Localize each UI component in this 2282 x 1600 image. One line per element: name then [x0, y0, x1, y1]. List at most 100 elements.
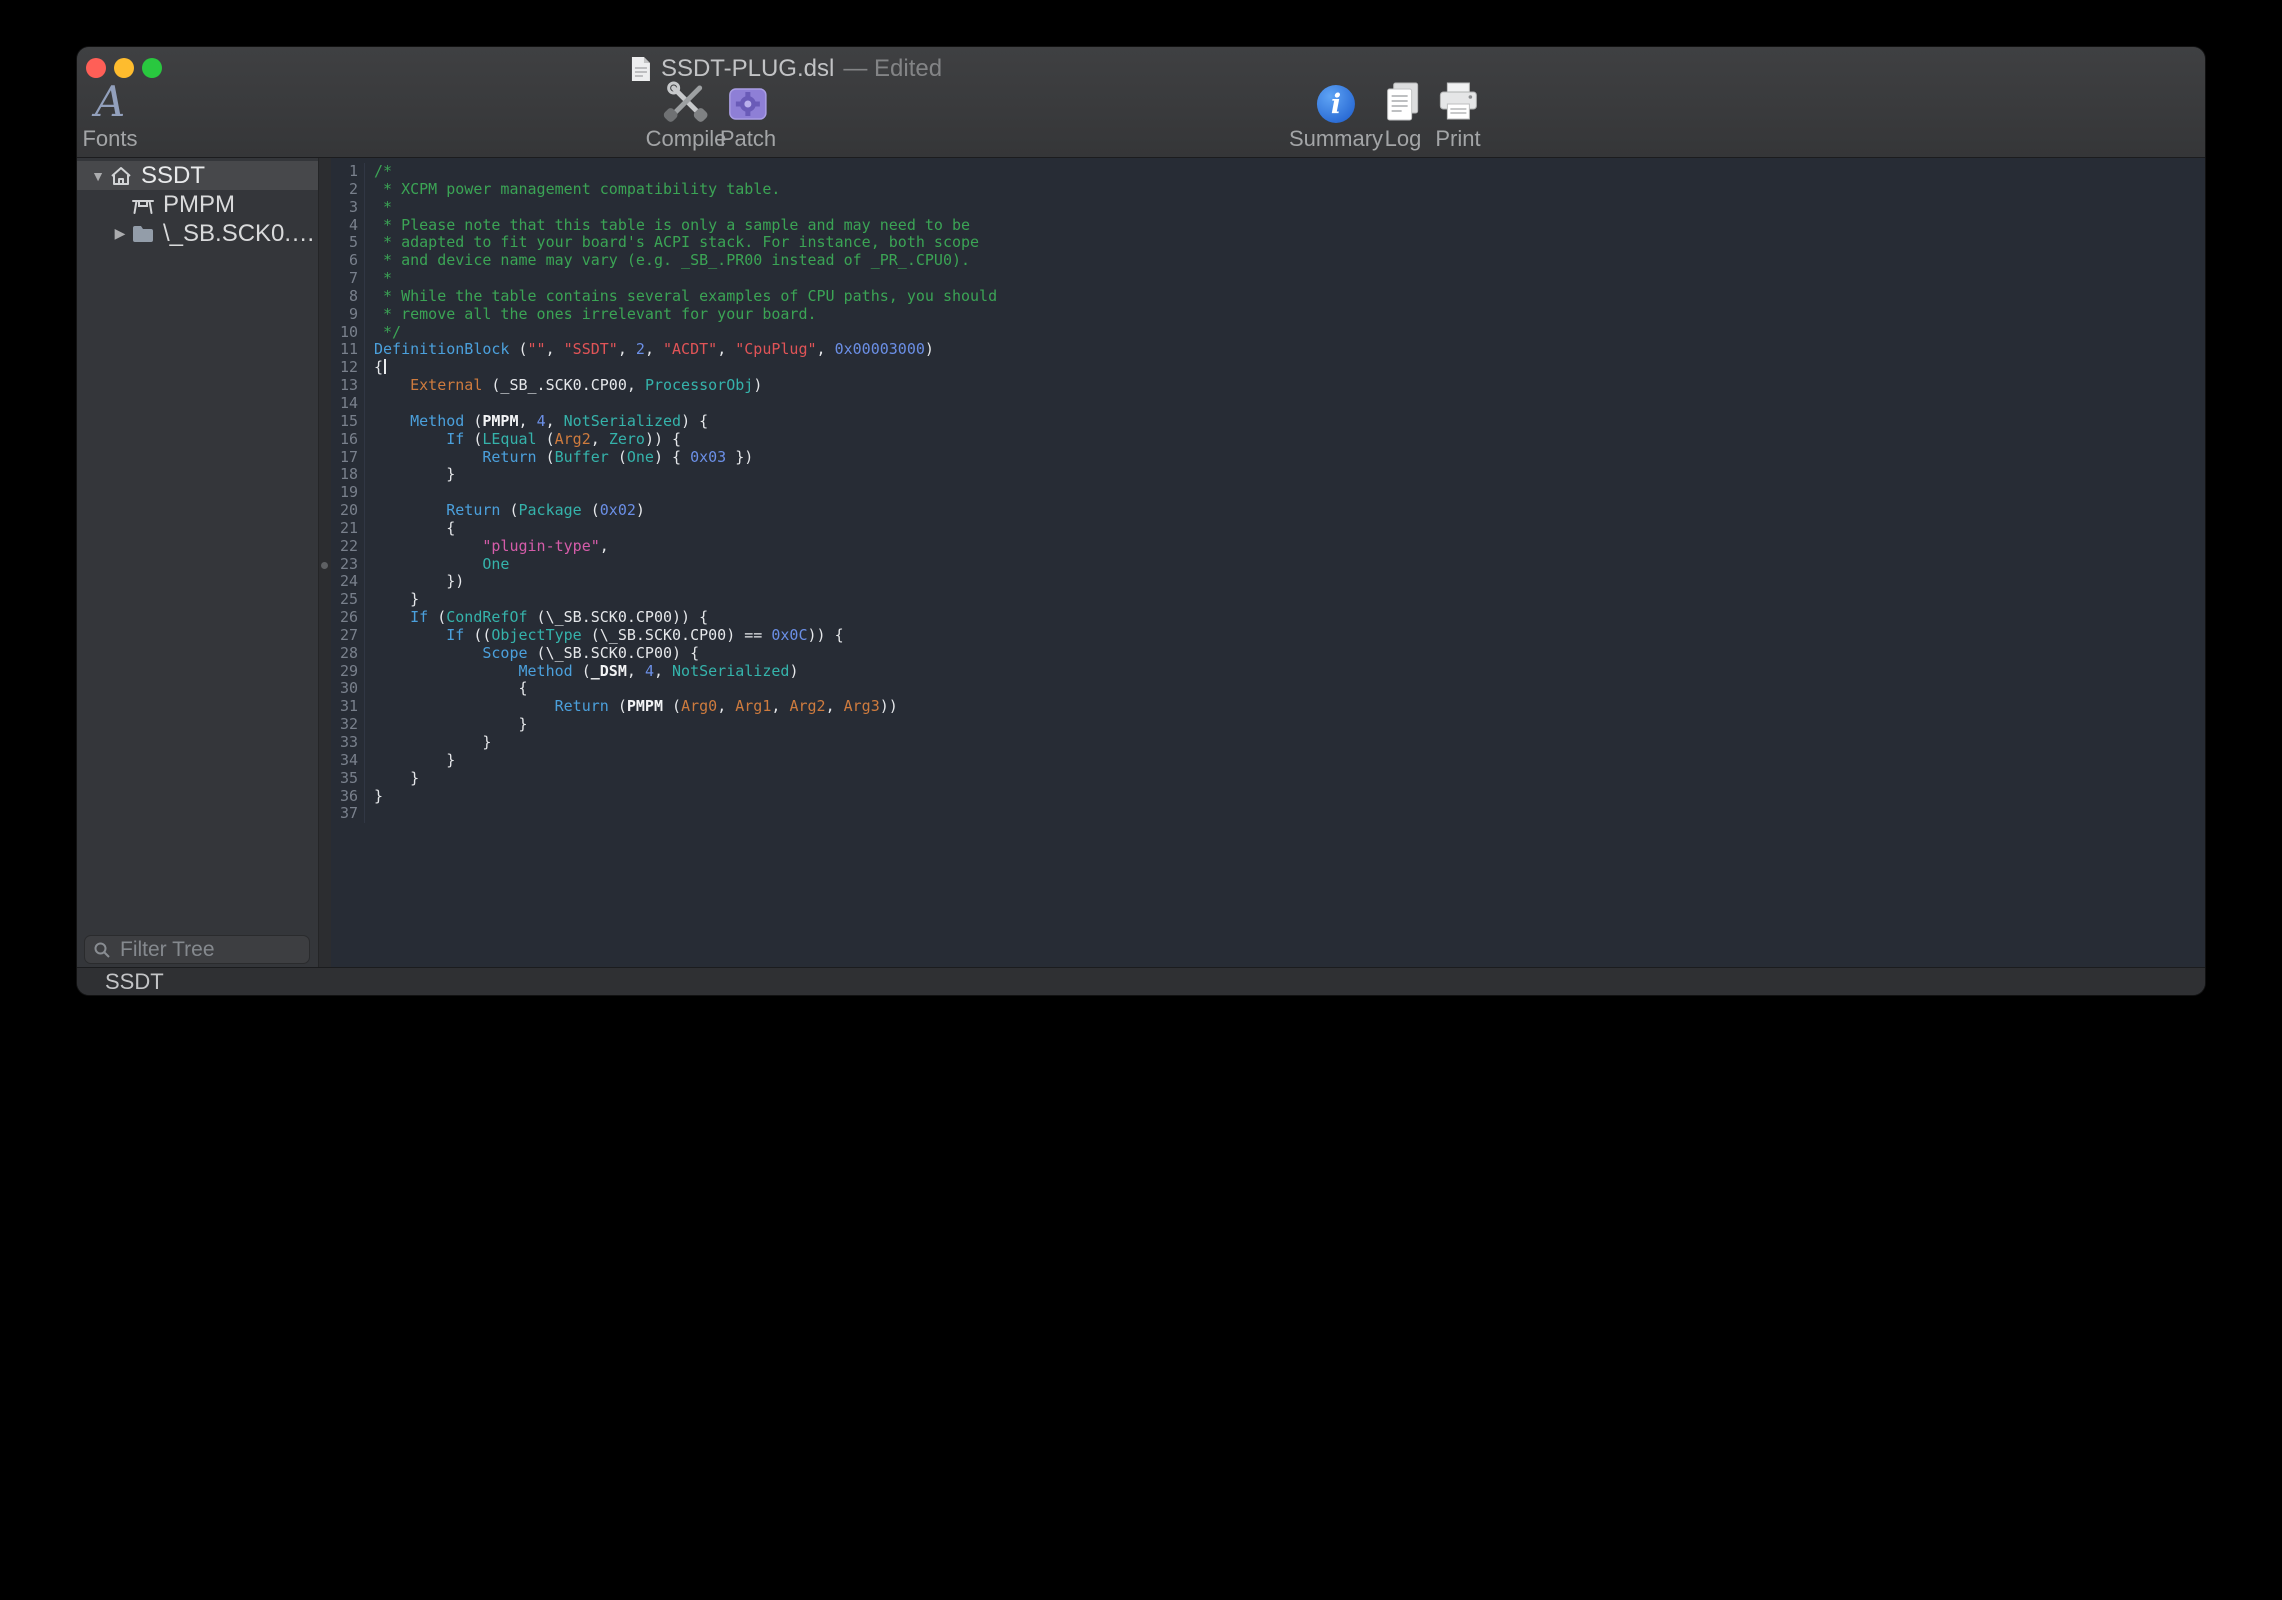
filter-tree-input[interactable] [118, 937, 301, 963]
sidebar-item-label: \_SB.SCK0.CP… [163, 220, 318, 248]
line-number: 27 [331, 627, 365, 645]
disclosure-right-icon[interactable]: ▶ [109, 225, 131, 242]
log-pages-icon [1385, 81, 1421, 123]
patch-button[interactable]: Patch [720, 81, 776, 152]
fonts-button[interactable]: A Fonts [82, 81, 137, 152]
code-line[interactable]: 32 } [331, 716, 2205, 734]
code-line[interactable]: 2 * XCPM power management compatibility … [331, 181, 2205, 199]
sidebar-item-sb-sck0[interactable]: ▶ \_SB.SCK0.CP… [77, 219, 318, 248]
line-number: 25 [331, 591, 365, 609]
code-line[interactable]: 8 * While the table contains several exa… [331, 288, 2205, 306]
desktop-background: { "window": { "title": "SSDT-PLUG.dsl", … [0, 0, 2282, 1600]
code-line[interactable]: 10 */ [331, 324, 2205, 342]
patch-gear-icon [728, 81, 768, 123]
line-number: 29 [331, 663, 365, 681]
code-line[interactable]: 22 "plugin-type", [331, 538, 2205, 556]
code-line[interactable]: 18 } [331, 466, 2205, 484]
search-icon [93, 941, 111, 959]
filter-tree-field[interactable] [84, 935, 310, 964]
close-button[interactable] [86, 58, 106, 78]
code-line[interactable]: 27 If ((ObjectType (\_SB.SCK0.CP00) == 0… [331, 627, 2205, 645]
log-label: Log [1385, 126, 1422, 152]
code-line[interactable]: 3 * [331, 199, 2205, 217]
line-number: 2 [331, 181, 365, 199]
code-line[interactable]: 19 [331, 484, 2205, 502]
line-number: 22 [331, 538, 365, 556]
code-line[interactable]: 36} [331, 788, 2205, 806]
code-line[interactable]: 13 External (_SB_.SCK0.CP00, ProcessorOb… [331, 377, 2205, 395]
line-number: 35 [331, 770, 365, 788]
traffic-lights [86, 58, 162, 78]
code-line[interactable]: 33 } [331, 734, 2205, 752]
code-line[interactable]: 34 } [331, 752, 2205, 770]
sidebar: ▼ SSDT [77, 158, 318, 968]
code-line[interactable]: 6 * and device name may vary (e.g. _SB_.… [331, 252, 2205, 270]
code-line[interactable]: 29 Method (_DSM, 4, NotSerialized) [331, 663, 2205, 681]
line-number: 20 [331, 502, 365, 520]
status-bar: SSDT [77, 967, 2205, 995]
line-number: 30 [331, 680, 365, 698]
line-number: 31 [331, 698, 365, 716]
window-chrome: SSDT-PLUG.dsl — Edited A Fonts [77, 47, 2205, 157]
app-window: SSDT-PLUG.dsl — Edited A Fonts [77, 47, 2205, 995]
code-line[interactable]: 21 { [331, 520, 2205, 538]
code-line[interactable]: 20 Return (Package (0x02) [331, 502, 2205, 520]
line-number: 26 [331, 609, 365, 627]
code-line[interactable]: 4 * Please note that this table is only … [331, 217, 2205, 235]
code-line[interactable]: 9 * remove all the ones irrelevant for y… [331, 306, 2205, 324]
line-number: 21 [331, 520, 365, 538]
line-number: 17 [331, 449, 365, 467]
code-line[interactable]: 12{ [331, 359, 2205, 377]
window-edited-badge: — Edited [843, 55, 942, 83]
document-proxy-icon[interactable] [630, 56, 652, 82]
titlebar[interactable]: SSDT-PLUG.dsl — Edited [77, 47, 2205, 91]
print-button[interactable]: Print [1435, 81, 1480, 152]
line-number: 32 [331, 716, 365, 734]
code-line[interactable]: 28 Scope (\_SB.SCK0.CP00) { [331, 645, 2205, 663]
line-number: 1 [331, 163, 365, 181]
code-line[interactable]: 1/* [331, 163, 2205, 181]
line-number: 12 [331, 359, 365, 377]
code-line[interactable]: 24 }) [331, 573, 2205, 591]
summary-button[interactable]: i Summary [1289, 81, 1383, 152]
code-line[interactable]: 5 * adapted to fit your board's ACPI sta… [331, 234, 2205, 252]
line-number: 33 [331, 734, 365, 752]
zoom-button[interactable] [142, 58, 162, 78]
code-line[interactable]: 11DefinitionBlock ("", "SSDT", 2, "ACDT"… [331, 341, 2205, 359]
splitter-handle-icon [321, 562, 328, 569]
line-number: 23 [331, 556, 365, 574]
code-line[interactable]: 14 [331, 395, 2205, 413]
compile-button[interactable]: Compile [646, 81, 727, 152]
sidebar-item-pmpm[interactable]: PMPM [77, 190, 318, 219]
line-number: 4 [331, 217, 365, 235]
code-line[interactable]: 15 Method (PMPM, 4, NotSerialized) { [331, 413, 2205, 431]
print-label: Print [1435, 126, 1480, 152]
line-number: 10 [331, 324, 365, 342]
folder-icon [131, 222, 155, 246]
code-line[interactable]: 25 } [331, 591, 2205, 609]
code-line[interactable]: 7 * [331, 270, 2205, 288]
code-editor[interactable]: 1/*2 * XCPM power management compatibili… [331, 158, 2205, 968]
code-line[interactable]: 23 One [331, 556, 2205, 574]
log-button[interactable]: Log [1385, 81, 1422, 152]
code-line[interactable]: 16 If (LEqual (Arg2, Zero)) { [331, 431, 2205, 449]
sidebar-item-ssdt[interactable]: ▼ SSDT [77, 161, 318, 190]
line-number: 24 [331, 573, 365, 591]
summary-label: Summary [1289, 126, 1383, 152]
code-line[interactable]: 17 Return (Buffer (One) { 0x03 }) [331, 449, 2205, 467]
disclosure-down-icon[interactable]: ▼ [87, 168, 109, 184]
line-number: 7 [331, 270, 365, 288]
bench-icon [131, 193, 155, 217]
line-number: 11 [331, 341, 365, 359]
code-line[interactable]: 26 If (CondRefOf (\_SB.SCK0.CP00)) { [331, 609, 2205, 627]
line-number: 6 [331, 252, 365, 270]
code-line[interactable]: 31 Return (PMPM (Arg0, Arg1, Arg2, Arg3)… [331, 698, 2205, 716]
line-number: 3 [331, 199, 365, 217]
sidebar-splitter[interactable] [318, 158, 332, 968]
line-number: 36 [331, 788, 365, 806]
code-line[interactable]: 35 } [331, 770, 2205, 788]
toolbar: A Fonts Compile [77, 91, 2205, 157]
minimize-button[interactable] [114, 58, 134, 78]
code-line[interactable]: 30 { [331, 680, 2205, 698]
code-line[interactable]: 37 [331, 805, 2205, 823]
